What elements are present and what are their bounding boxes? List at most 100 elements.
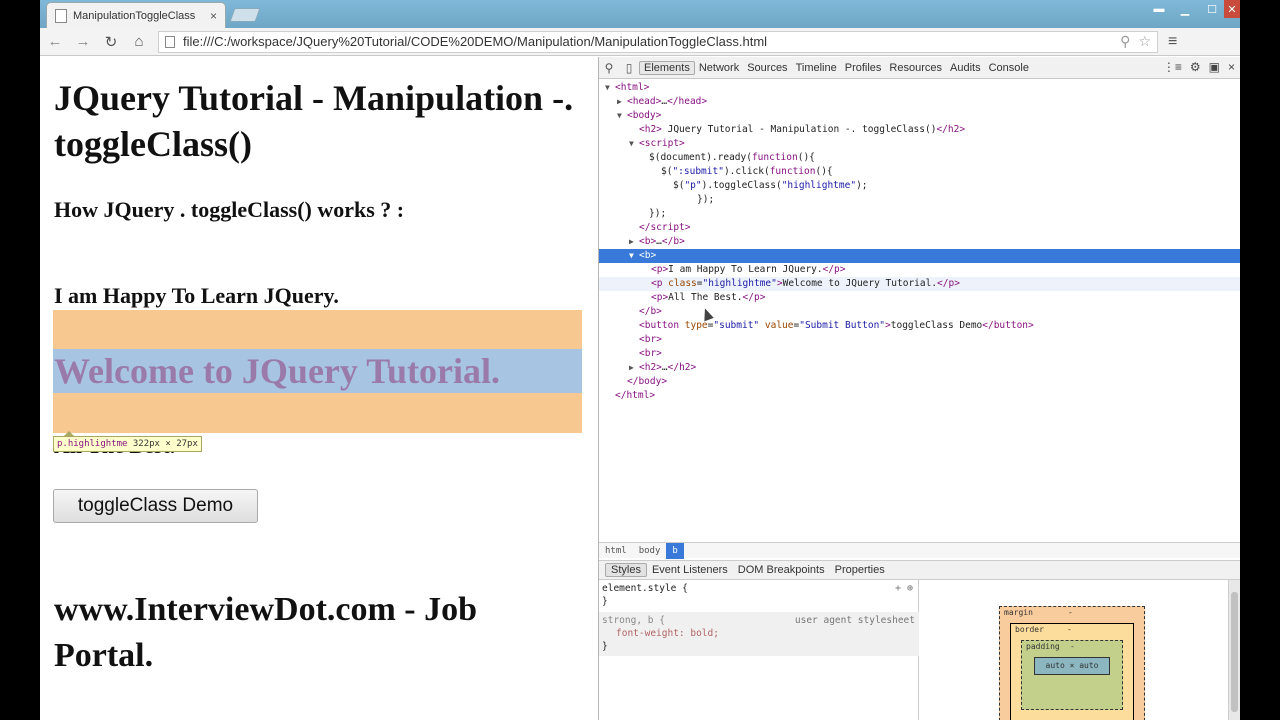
scrollbar-thumb[interactable]: [1231, 592, 1238, 712]
reload-button[interactable]: ↻: [98, 30, 124, 54]
styles-scrollbar[interactable]: [1228, 580, 1240, 720]
dom-node[interactable]: <br>: [599, 347, 1240, 361]
window-close-icon[interactable]: ✕: [1224, 0, 1240, 18]
box-model-content: auto × auto: [1034, 657, 1110, 675]
dom-node[interactable]: <h2> JQuery Tutorial - Manipulation -. t…: [599, 123, 1240, 137]
dom-node-selected[interactable]: ▼ <b>: [599, 249, 1240, 263]
browser-tab[interactable]: ManipulationToggleClass ×: [46, 2, 226, 28]
ua-source-label: user agent stylesheet: [794, 615, 915, 626]
sidebar-tabs: Styles Event Listeners DOM Breakpoints P…: [599, 560, 1240, 580]
devtools-close-icon[interactable]: ×: [1228, 60, 1235, 74]
dom-node[interactable]: </body>: [599, 375, 1240, 389]
dom-node[interactable]: </b>: [599, 305, 1240, 319]
breadcrumb-b[interactable]: b: [666, 542, 684, 559]
dom-node[interactable]: </script>: [599, 221, 1240, 235]
tab-sources[interactable]: Sources: [743, 62, 791, 74]
bookmark-star-icon[interactable]: ☆: [1138, 33, 1151, 50]
add-rule-icon[interactable]: + ⊕: [895, 582, 913, 595]
back-button[interactable]: ←: [42, 30, 68, 54]
tab-network[interactable]: Network: [695, 62, 743, 74]
dom-node[interactable]: ▶ <h2>…</h2>: [599, 361, 1240, 375]
expand-triangle-icon[interactable]: ▶: [617, 95, 627, 109]
tab-event-listeners[interactable]: Event Listeners: [647, 564, 733, 576]
tab-title: ManipulationToggleClass: [73, 9, 196, 22]
footer-heading: www.InterviewDot.com - Job Portal.: [54, 591, 478, 674]
box-model-pane: margin - border - padding - auto × auto: [919, 580, 1229, 720]
tab-dom-breakpoints[interactable]: DOM Breakpoints: [733, 564, 830, 576]
dom-node[interactable]: ▶ <b>…</b>: [599, 235, 1240, 249]
dom-node[interactable]: ▶ <head>…</head>: [599, 95, 1240, 109]
dom-node[interactable]: ▼ <html>: [599, 81, 1240, 95]
tab-resources[interactable]: Resources: [885, 62, 946, 74]
devtools-toolbar: ⚲ ▯ Elements Network Sources Timeline Pr…: [599, 57, 1240, 79]
paragraph-happy: I am Happy To Learn JQuery.: [54, 283, 339, 308]
dom-node[interactable]: </html>: [599, 389, 1240, 403]
dom-node[interactable]: $("p").toggleClass("highlightme");: [599, 179, 1240, 193]
tab-close-icon[interactable]: ×: [210, 9, 217, 23]
page-heading: JQuery Tutorial - Manipulation -. toggle…: [54, 78, 574, 164]
settings-gear-icon[interactable]: ⚙: [1190, 60, 1201, 74]
dom-node[interactable]: });: [599, 193, 1240, 207]
profile-icon[interactable]: ▬: [1148, 0, 1170, 18]
margin-label: margin: [1004, 608, 1033, 617]
breadcrumb: html body b: [599, 542, 1240, 559]
inspect-search-icon[interactable]: ⚲: [599, 61, 619, 75]
element-style-selector: element.style {: [602, 583, 688, 594]
forward-button[interactable]: →: [70, 30, 96, 54]
toggleclass-demo-button[interactable]: toggleClass Demo: [53, 489, 258, 523]
dom-node[interactable]: });: [599, 207, 1240, 221]
padding-label: padding: [1026, 642, 1060, 651]
collapse-triangle-icon[interactable]: ▼: [629, 137, 639, 151]
collapse-triangle-icon[interactable]: ▼: [629, 249, 639, 263]
breadcrumb-body[interactable]: body: [633, 546, 667, 556]
element-size-tooltip: p.highlightme 322px × 27px: [53, 431, 202, 452]
dom-node[interactable]: $(":submit").click(function(){: [599, 165, 1240, 179]
expand-triangle-icon[interactable]: ▶: [629, 235, 639, 249]
ua-rule-property: font-weight: bold;: [616, 628, 719, 639]
dom-node[interactable]: <p>All The Best.</p>: [599, 291, 1240, 305]
expand-triangle-icon[interactable]: ▶: [629, 361, 639, 375]
devtools-panel: ⚲ ▯ Elements Network Sources Timeline Pr…: [598, 57, 1240, 720]
dom-node[interactable]: <p>I am Happy To Learn JQuery.</p>: [599, 263, 1240, 277]
home-button[interactable]: ⌂: [126, 30, 152, 54]
url-text: file:///C:/workspace/JQuery%20Tutorial/C…: [183, 34, 768, 49]
rule-close-brace: }: [602, 641, 608, 652]
minimize-icon[interactable]: ▁: [1172, 0, 1198, 18]
dom-node[interactable]: ▼ <script>: [599, 137, 1240, 151]
box-model-margin: margin - border - padding - auto × auto: [999, 606, 1145, 720]
element-style-rule[interactable]: element.style { } + ⊕: [599, 580, 919, 610]
breadcrumb-html[interactable]: html: [599, 546, 633, 556]
address-bar[interactable]: file:///C:/workspace/JQuery%20Tutorial/C…: [158, 30, 1158, 53]
tab-audits[interactable]: Audits: [946, 62, 985, 74]
page-icon: [165, 35, 175, 48]
collapse-triangle-icon[interactable]: ▼: [617, 109, 627, 123]
maximize-icon[interactable]: ☐: [1200, 0, 1224, 18]
dom-node[interactable]: <br>: [599, 333, 1240, 347]
dom-node[interactable]: $(document).ready(function(){: [599, 151, 1240, 165]
tab-properties[interactable]: Properties: [830, 564, 890, 576]
box-model-padding: padding - auto × auto: [1021, 640, 1123, 710]
title-bar: ManipulationToggleClass × ▬ ▁ ☐ ✕: [40, 0, 1240, 28]
tab-timeline[interactable]: Timeline: [792, 62, 841, 74]
dom-node[interactable]: <button type="submit" value="Submit Butt…: [599, 319, 1240, 333]
dom-node-hovered[interactable]: <p class="highlightme">Welcome to JQuery…: [599, 277, 1240, 291]
tab-profiles[interactable]: Profiles: [841, 62, 886, 74]
border-value: -: [1067, 625, 1072, 634]
tab-console[interactable]: Console: [985, 62, 1033, 74]
new-tab-button[interactable]: [229, 8, 261, 22]
ua-style-rule[interactable]: strong, b { user agent stylesheet font-w…: [599, 612, 919, 656]
dock-icon[interactable]: ▣: [1209, 60, 1220, 74]
dom-node[interactable]: ▼ <body>: [599, 109, 1240, 123]
collapse-triangle-icon[interactable]: ▼: [605, 81, 615, 95]
browser-window: ManipulationToggleClass × ▬ ▁ ☐ ✕ ← → ↻ …: [40, 0, 1240, 720]
page-subheading: How JQuery . toggleClass() works ? :: [54, 197, 405, 222]
device-mode-icon[interactable]: ▯: [619, 61, 639, 75]
zoom-icon[interactable]: ⚲: [1120, 33, 1130, 50]
tab-elements[interactable]: Elements: [639, 60, 695, 75]
dom-tree: ▼ <html> ▶ <head>…</head> ▼ <body> <h2> JQu…: [599, 81, 1240, 543]
tooltip-size: 322px × 27px: [132, 439, 198, 449]
border-label: border: [1015, 625, 1044, 634]
tab-styles[interactable]: Styles: [605, 563, 647, 577]
browser-menu-icon[interactable]: ≡: [1168, 33, 1177, 51]
drawer-icon[interactable]: ⋮≡: [1163, 60, 1182, 74]
